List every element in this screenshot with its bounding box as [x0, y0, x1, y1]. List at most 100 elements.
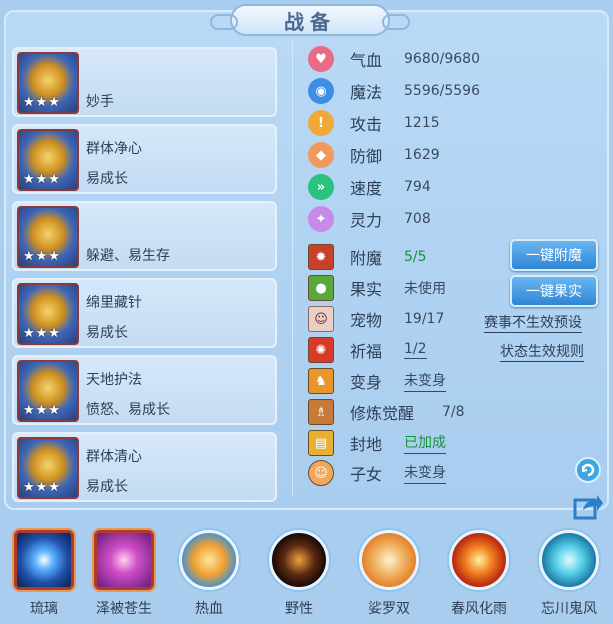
event-preset-link[interactable]: 赛事不生效预设: [484, 312, 582, 333]
one-click-enchant-button[interactable]: 一键附魔: [510, 239, 598, 271]
stat-label: 攻击: [350, 115, 383, 134]
skill-icon: [179, 530, 239, 590]
stat-value: 1629: [404, 147, 440, 163]
stat-value: 9680/9680: [404, 51, 480, 67]
row-label: 果实: [350, 280, 383, 299]
skill-name: 琉璃: [30, 601, 58, 617]
row-value[interactable]: 未变身: [404, 370, 446, 392]
stat-label: 魔法: [350, 83, 383, 102]
row-blessing[interactable]: ✺ 祈福 1/2: [308, 336, 427, 364]
equipment-icon: ★★★: [17, 129, 79, 191]
stat-value: 5596/5596: [404, 83, 480, 99]
row-transform[interactable]: ♞ 变身 未变身: [308, 367, 446, 395]
stat-speed: » 速度 794: [308, 173, 431, 201]
skill-icon: [359, 530, 419, 590]
stat-value: 794: [404, 179, 431, 195]
equipment-trait: 易成长: [86, 479, 128, 495]
row-children[interactable]: ☺ 子女 未变身: [308, 459, 446, 487]
equipment-slot[interactable]: ★★★ 天地护法 愤怒、易成长: [12, 355, 277, 425]
skill-chunfeng[interactable]: 春风化雨: [445, 530, 513, 624]
equipment-icon: ★★★: [17, 206, 79, 268]
skill-name: 春风化雨: [451, 601, 507, 617]
stat-hp: ♥ 气血 9680/9680: [308, 45, 480, 73]
skill-icon: [94, 530, 154, 590]
skill-icon: [14, 530, 74, 590]
skill-wangchuan[interactable]: 忘川鬼风: [535, 530, 603, 624]
row-label: 宠物: [350, 311, 383, 330]
equipment-trait: 躲避、易生存: [86, 248, 170, 264]
row-label: 祈福: [350, 342, 383, 361]
row-value[interactable]: 未变身: [404, 462, 446, 484]
transform-icon: ♞: [308, 368, 334, 394]
row-enchant[interactable]: ✹ 附魔 5/5: [308, 243, 427, 271]
skill-name: 泽被苍生: [96, 601, 152, 617]
one-click-fruit-button[interactable]: 一键果实: [510, 275, 598, 307]
skill-yexing[interactable]: 野性: [265, 530, 333, 624]
star-rating: ★★★: [23, 249, 61, 264]
equipment-slot[interactable]: ★★★ 躲避、易生存: [12, 201, 277, 271]
row-value[interactable]: 1/2: [404, 341, 427, 359]
stat-attack: ! 攻击 1215: [308, 109, 440, 137]
row-value: 未使用: [404, 281, 446, 297]
stat-label: 灵力: [350, 211, 383, 230]
equipment-icon: ★★★: [17, 437, 79, 499]
equipment-slot[interactable]: ★★★ 妙手: [12, 47, 277, 117]
stat-value: 1215: [404, 115, 440, 131]
divider: [292, 40, 293, 495]
equipment-skill: 群体清心: [86, 449, 142, 465]
share-icon[interactable]: [572, 490, 604, 522]
stat-label: 防御: [350, 147, 383, 166]
blessing-icon: ✺: [308, 337, 334, 363]
enchant-icon: ✹: [308, 244, 334, 270]
equipment-trait: 愤怒、易成长: [86, 402, 170, 418]
row-value: 7/8: [442, 404, 465, 420]
status-rules-link[interactable]: 状态生效规则: [500, 341, 584, 362]
spirit-icon: ✦: [308, 206, 334, 232]
skill-name: 忘川鬼风: [541, 601, 597, 617]
row-value: 19/17: [404, 311, 445, 327]
skill-rexue[interactable]: 热血: [175, 530, 243, 624]
equipment-skill: 群体净心: [86, 141, 142, 157]
row-pet[interactable]: ☺ 宠物 19/17: [308, 305, 444, 333]
fruit-icon: ●: [308, 275, 334, 301]
row-label: 修炼觉醒: [350, 404, 415, 423]
mana-icon: ◉: [308, 78, 334, 104]
star-rating: ★★★: [23, 95, 61, 110]
skill-icon: [449, 530, 509, 590]
skill-zebei[interactable]: 泽被苍生: [90, 530, 158, 624]
pet-avatar-icon: ☺: [308, 306, 334, 332]
equipment-trait: 易成长: [86, 171, 128, 187]
skill-liuli[interactable]: 琉璃: [10, 530, 78, 624]
equipment-slot[interactable]: ★★★ 绵里藏针 易成长: [12, 278, 277, 348]
row-label: 变身: [350, 373, 383, 392]
row-label: 封地: [350, 435, 383, 454]
sword-icon: !: [308, 110, 334, 136]
row-value: 5/5: [404, 249, 427, 265]
equipment-slot[interactable]: ★★★ 群体清心 易成长: [12, 432, 277, 502]
stat-spirit: ✦ 灵力 708: [308, 205, 431, 233]
skill-icon: [269, 530, 329, 590]
row-label: 附魔: [350, 249, 383, 268]
equipment-slot[interactable]: ★★★ 群体净心 易成长: [12, 124, 277, 194]
row-value[interactable]: 已加成: [404, 432, 446, 454]
skill-name: 热血: [195, 601, 223, 617]
child-icon: ☺: [308, 460, 334, 486]
row-fruit[interactable]: ● 果实 未使用: [308, 274, 446, 302]
stat-label: 速度: [350, 179, 383, 198]
equipment-skill: 天地护法: [86, 372, 142, 388]
row-fief[interactable]: ▤ 封地 已加成: [308, 429, 446, 457]
page-title: 战备: [210, 4, 410, 36]
row-cultivation[interactable]: ♗ 修炼觉醒 7/8: [308, 398, 465, 426]
speed-icon: »: [308, 174, 334, 200]
equipment-icon: ★★★: [17, 52, 79, 114]
stat-mp: ◉ 魔法 5596/5596: [308, 77, 480, 105]
equipment-icon: ★★★: [17, 283, 79, 345]
skill-suoluoshuang[interactable]: 娑罗双: [355, 530, 423, 624]
skill-name: 娑罗双: [368, 601, 410, 617]
refresh-icon[interactable]: [572, 454, 604, 486]
heart-icon: ♥: [308, 46, 334, 72]
equipment-trait: 妙手: [86, 94, 114, 110]
star-rating: ★★★: [23, 326, 61, 341]
stat-value: 708: [404, 211, 431, 227]
row-label: 子女: [350, 465, 383, 484]
